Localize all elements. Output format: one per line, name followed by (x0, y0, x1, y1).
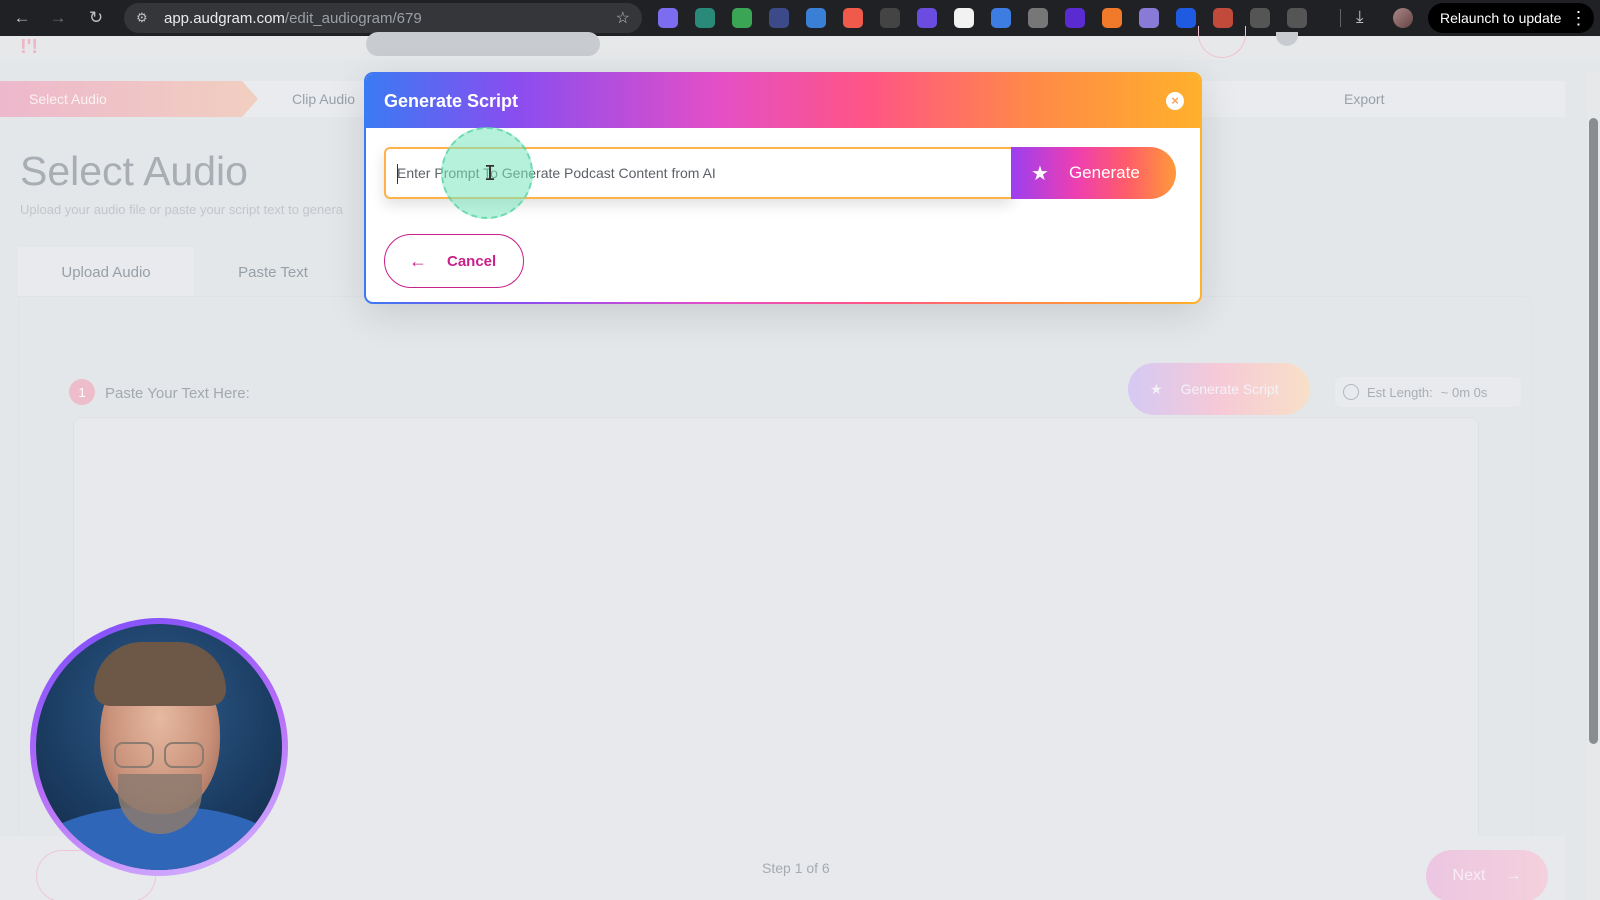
ext-18-icon[interactable] (1287, 8, 1307, 28)
header-menu[interactable] (1276, 32, 1298, 46)
ext-8-icon[interactable] (917, 8, 937, 28)
download-icon[interactable]: ⤓ (1356, 7, 1364, 27)
prompt-field[interactable]: I (384, 127, 1012, 219)
ext-12-icon[interactable] (1065, 8, 1085, 28)
page-title: Select Audio (20, 148, 248, 194)
ext-11-icon[interactable] (1028, 8, 1048, 28)
ext-4-icon[interactable] (769, 8, 789, 28)
generate-label: Generate (1068, 163, 1140, 182)
cancel-button[interactable]: ← Cancel (384, 234, 524, 288)
webcam-overlay (30, 618, 288, 876)
ext-2-icon[interactable] (695, 8, 715, 28)
toolbar-divider (1340, 9, 1341, 27)
address-bar[interactable]: ⚙ app.audgram.com/edit_audiogram/679 ☆ (124, 3, 642, 33)
est-length: Est Length: ~ 0m 0s (1335, 377, 1521, 407)
step-clip-audio[interactable]: Clip Audio (292, 91, 355, 107)
ext-15-icon[interactable] (1176, 8, 1196, 28)
menu-kebab-icon[interactable]: ⋮ (1569, 9, 1587, 27)
modal-title: Generate Script (384, 90, 519, 111)
script-textarea[interactable] (73, 417, 1479, 857)
arrow-left-icon: ← (409, 250, 427, 271)
arrow-right-icon: → (1505, 867, 1522, 884)
modal-header: Generate Script × (366, 74, 1200, 128)
scrollbar-thumb[interactable] (1589, 118, 1598, 744)
ext-13-icon[interactable] (1102, 8, 1122, 28)
back-arrow-icon[interactable]: ← (6, 0, 38, 36)
app-logo: !'! (20, 36, 39, 58)
close-icon[interactable]: × (1166, 92, 1184, 110)
step-select-audio[interactable]: Select Audio (0, 81, 258, 117)
ext-7-icon[interactable] (880, 8, 900, 28)
app-header: !'! (0, 26, 1600, 60)
ext-6-icon[interactable] (843, 8, 863, 28)
relaunch-button[interactable]: Relaunch to update ⋮ (1428, 3, 1594, 33)
prompt-input[interactable] (386, 149, 1012, 197)
header-avatar[interactable] (1198, 26, 1246, 58)
ext-1-icon[interactable] (658, 8, 678, 28)
est-length-label: Est Length: (1367, 384, 1433, 400)
site-settings-icon[interactable]: ⚙ (136, 10, 158, 26)
relaunch-label: Relaunch to update (1440, 10, 1562, 26)
ext-16-icon[interactable] (1213, 8, 1233, 28)
bookmark-star-icon[interactable]: ☆ (616, 8, 630, 28)
presenter-video (36, 624, 282, 870)
step-number-badge: 1 (69, 379, 95, 405)
step-count: Step 1 of 6 (762, 860, 830, 876)
tab-paste-text[interactable]: Paste Text (194, 247, 352, 297)
header-pill[interactable] (366, 32, 600, 56)
cancel-label: Cancel (447, 252, 497, 270)
ext-17-icon[interactable] (1250, 8, 1270, 28)
generate-script-label: Generate Script (1180, 381, 1279, 397)
clock-icon (1343, 384, 1359, 400)
ext-10-icon[interactable] (991, 8, 1011, 28)
step-export[interactable]: Export (1344, 91, 1384, 107)
forward-arrow-icon[interactable]: → (42, 0, 74, 36)
next-label: Next (1452, 867, 1486, 884)
extensions-bar (658, 8, 1307, 28)
paste-label: Paste Your Text Here: (105, 385, 250, 402)
est-length-value: ~ 0m 0s (1440, 384, 1488, 400)
generate-script-modal: Generate Script × I ★ Generate ← Cancel (364, 72, 1202, 304)
profile-avatar[interactable] (1393, 8, 1413, 28)
ext-5-icon[interactable] (806, 8, 826, 28)
ext-9-icon[interactable] (954, 8, 974, 28)
url-text: app.audgram.com/edit_audiogram/679 (164, 9, 422, 27)
page-subtitle: Upload your audio file or paste your scr… (20, 202, 344, 217)
ext-14-icon[interactable] (1139, 8, 1159, 28)
browser-toolbar: ← → ↻ ⚙ app.audgram.com/edit_audiogram/6… (0, 0, 1600, 36)
ext-3-icon[interactable] (732, 8, 752, 28)
star-icon: ★ (1150, 380, 1163, 397)
generate-script-button[interactable]: ★ Generate Script (1128, 363, 1310, 415)
reload-icon[interactable]: ↻ (80, 0, 112, 36)
generate-button[interactable]: ★ Generate (1011, 147, 1176, 199)
scrollbar[interactable] (1587, 72, 1600, 900)
star-icon: ★ (1031, 162, 1049, 185)
tab-upload-audio[interactable]: Upload Audio (18, 247, 194, 297)
source-tabs: Upload Audio Paste Text (18, 247, 352, 297)
text-caret (397, 164, 398, 184)
next-button[interactable]: Next → (1426, 850, 1548, 900)
